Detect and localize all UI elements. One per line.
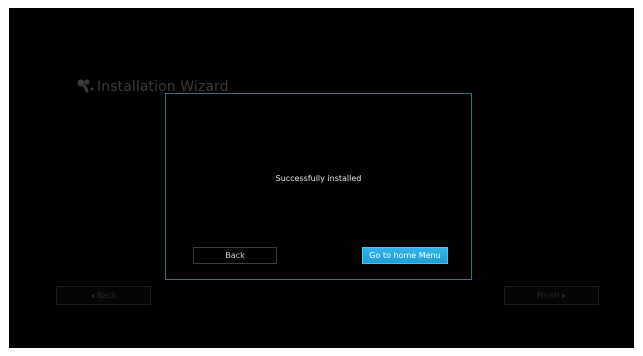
go-to-home-menu-button[interactable]: Go to home Menu bbox=[362, 247, 448, 264]
screen: Installation Wizard ◂ Back Finish ▸ Succ… bbox=[9, 8, 634, 348]
install-success-dialog: Successfully installed Back Go to home M… bbox=[165, 93, 472, 280]
dialog-message: Successfully installed bbox=[275, 174, 362, 183]
tools-icon bbox=[75, 78, 95, 96]
wizard-finish-button[interactable]: Finish ▸ bbox=[504, 286, 599, 305]
dialog-back-button[interactable]: Back bbox=[193, 247, 277, 264]
wizard-back-button[interactable]: ◂ Back bbox=[56, 286, 151, 305]
